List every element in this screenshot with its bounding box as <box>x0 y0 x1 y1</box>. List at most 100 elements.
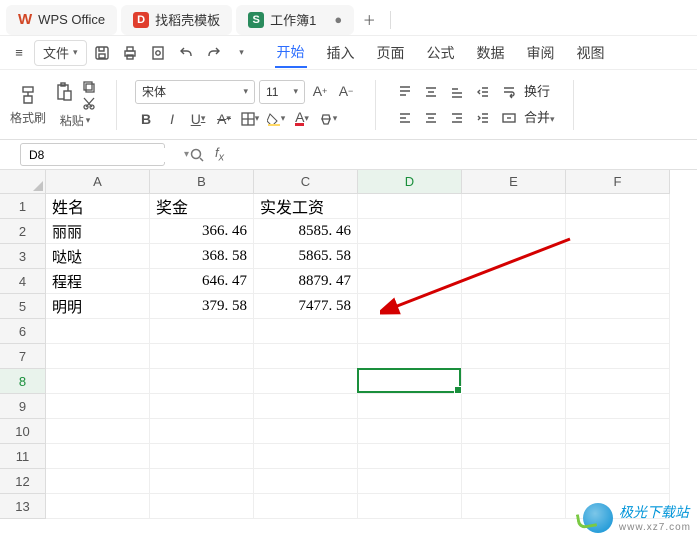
column-header[interactable]: C <box>254 170 358 194</box>
align-bottom-icon[interactable] <box>446 81 468 103</box>
cell[interactable] <box>566 294 670 319</box>
cell[interactable]: 奖金 <box>150 194 254 219</box>
cell[interactable] <box>46 319 150 344</box>
cell[interactable] <box>254 369 358 394</box>
cell[interactable] <box>462 319 566 344</box>
cell[interactable] <box>462 444 566 469</box>
cell[interactable] <box>254 469 358 494</box>
cell[interactable] <box>358 469 462 494</box>
cell[interactable] <box>566 444 670 469</box>
increase-font-icon[interactable]: A+ <box>309 80 331 102</box>
qat-dropdown[interactable]: ▾ <box>229 40 255 66</box>
cell[interactable] <box>566 269 670 294</box>
cell[interactable] <box>462 219 566 244</box>
cell[interactable] <box>46 369 150 394</box>
strike-icon[interactable]: A▾ <box>213 108 235 130</box>
cell[interactable] <box>254 444 358 469</box>
column-header[interactable]: B <box>150 170 254 194</box>
cell[interactable] <box>150 419 254 444</box>
fill-color-icon[interactable]: ▾ <box>265 108 287 130</box>
row-header[interactable]: 7 <box>0 344 46 369</box>
cell[interactable] <box>150 469 254 494</box>
cell[interactable] <box>566 244 670 269</box>
row-header[interactable]: 9 <box>0 394 46 419</box>
chevron-down-icon[interactable]: ▾ <box>184 149 189 160</box>
cell[interactable]: 5865. 58 <box>254 244 358 269</box>
cell[interactable] <box>566 219 670 244</box>
row-header[interactable]: 5 <box>0 294 46 319</box>
select-all-corner[interactable] <box>0 170 46 194</box>
cell[interactable] <box>358 419 462 444</box>
cell[interactable] <box>150 494 254 519</box>
cell[interactable] <box>462 344 566 369</box>
cell[interactable] <box>46 444 150 469</box>
font-color-icon[interactable]: A▾ <box>291 108 313 130</box>
cell[interactable] <box>150 344 254 369</box>
row-header[interactable]: 3 <box>0 244 46 269</box>
row-header[interactable]: 2 <box>0 219 46 244</box>
row-header[interactable]: 10 <box>0 419 46 444</box>
undo-icon[interactable] <box>173 40 199 66</box>
cell[interactable] <box>566 344 670 369</box>
cut-icon[interactable] <box>80 96 98 110</box>
cell[interactable]: 379. 58 <box>150 294 254 319</box>
cell[interactable]: 哒哒 <box>46 244 150 269</box>
cell[interactable] <box>150 369 254 394</box>
cell[interactable] <box>150 444 254 469</box>
align-right-icon[interactable] <box>446 107 468 129</box>
decrease-font-icon[interactable]: A− <box>335 80 357 102</box>
row-header[interactable]: 12 <box>0 469 46 494</box>
cell[interactable] <box>462 394 566 419</box>
merge-label[interactable]: 合并▾ <box>524 107 555 129</box>
ribbon-tab-data[interactable]: 数据 <box>475 39 507 67</box>
column-header[interactable]: A <box>46 170 150 194</box>
align-top-icon[interactable] <box>394 81 416 103</box>
cell[interactable] <box>566 419 670 444</box>
cell[interactable] <box>358 369 462 394</box>
cell[interactable] <box>254 419 358 444</box>
align-center-icon[interactable] <box>420 107 442 129</box>
hamburger-icon[interactable]: ≡ <box>6 40 32 66</box>
cell[interactable]: 646. 47 <box>150 269 254 294</box>
indent-inc-icon[interactable] <box>472 107 494 129</box>
cell[interactable] <box>566 319 670 344</box>
wrap-label[interactable]: 换行 <box>524 81 550 103</box>
cell[interactable] <box>462 294 566 319</box>
paste-icon[interactable] <box>52 80 76 104</box>
cell[interactable]: 明明 <box>46 294 150 319</box>
save-icon[interactable] <box>89 40 115 66</box>
paste-label[interactable]: 粘贴▾ <box>60 112 91 129</box>
format-painter-icon[interactable] <box>16 83 40 107</box>
row-header[interactable]: 6 <box>0 319 46 344</box>
ribbon-tab-home[interactable]: 开始 <box>275 38 307 68</box>
cell[interactable] <box>462 469 566 494</box>
print-icon[interactable] <box>117 40 143 66</box>
copy-icon[interactable] <box>80 80 98 94</box>
tab-app[interactable]: W WPS Office <box>6 5 117 35</box>
cell[interactable] <box>462 419 566 444</box>
redo-icon[interactable] <box>201 40 227 66</box>
align-middle-icon[interactable] <box>420 81 442 103</box>
row-header[interactable]: 13 <box>0 494 46 519</box>
cell[interactable] <box>358 244 462 269</box>
cell[interactable] <box>150 319 254 344</box>
cell[interactable]: 7477. 58 <box>254 294 358 319</box>
cell[interactable] <box>46 344 150 369</box>
file-menu-button[interactable]: 文件 ▾ <box>34 40 87 66</box>
row-header[interactable]: 11 <box>0 444 46 469</box>
cell[interactable] <box>358 319 462 344</box>
cell[interactable]: 368. 58 <box>150 244 254 269</box>
cell[interactable] <box>254 394 358 419</box>
column-header[interactable]: E <box>462 170 566 194</box>
bold-icon[interactable]: B <box>135 108 157 130</box>
cell[interactable] <box>150 394 254 419</box>
cell[interactable] <box>358 344 462 369</box>
ribbon-tab-page[interactable]: 页面 <box>375 39 407 67</box>
cell[interactable] <box>46 394 150 419</box>
wrap-icon[interactable] <box>498 81 520 103</box>
cell[interactable] <box>358 194 462 219</box>
print-preview-icon[interactable] <box>145 40 171 66</box>
column-header[interactable]: F <box>566 170 670 194</box>
fx-icon[interactable]: fx <box>215 145 224 164</box>
indent-dec-icon[interactable] <box>472 81 494 103</box>
